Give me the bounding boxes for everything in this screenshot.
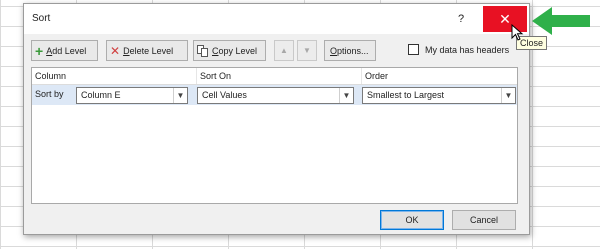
delete-x-icon: ✕: [110, 43, 121, 58]
sort-levels-grid: Column Sort On Order Sort by Column E ▼ …: [31, 67, 518, 204]
chevron-down-icon[interactable]: ▼: [501, 88, 515, 103]
cancel-button[interactable]: Cancel: [452, 210, 516, 230]
copy-level-button[interactable]: Copy Level: [193, 40, 266, 61]
sort-on-select-value: Cell Values: [202, 90, 247, 100]
sort-level-row[interactable]: Sort by Column E ▼ Cell Values ▼ Smalles…: [32, 85, 517, 105]
chevron-down-icon[interactable]: ▼: [173, 88, 187, 103]
column-select-value: Column E: [81, 90, 121, 100]
arrow-up-icon: ▲: [280, 46, 288, 55]
headers-checkbox-group[interactable]: My data has headers: [408, 44, 509, 55]
delete-level-button[interactable]: ✕ Delete Level: [106, 40, 188, 61]
column-header-sort-on: Sort On: [197, 68, 362, 84]
sort-on-select[interactable]: Cell Values ▼: [197, 87, 354, 104]
add-level-button[interactable]: + Add Level: [31, 40, 98, 61]
sort-dialog: Sort ? ✕ + Add Level ✕ Delete Level Copy…: [23, 3, 530, 235]
annotation-arrow-icon: [532, 7, 590, 35]
toolbar: + Add Level ✕ Delete Level Copy Level ▲ …: [24, 40, 529, 62]
order-select-value: Smallest to Largest: [367, 90, 445, 100]
plus-icon: +: [35, 42, 44, 59]
options-button[interactable]: Options...: [324, 40, 376, 61]
add-level-label: Add Level: [46, 45, 87, 56]
help-button[interactable]: ?: [453, 11, 469, 27]
column-header-order: Order: [365, 71, 389, 81]
dialog-title: Sort: [32, 13, 51, 24]
order-select[interactable]: Smallest to Largest ▼: [362, 87, 516, 104]
ok-button[interactable]: OK: [380, 210, 444, 230]
copy-icon: [197, 44, 209, 57]
chevron-down-icon[interactable]: ▼: [339, 88, 353, 103]
options-label: Options...: [330, 45, 369, 56]
mouse-pointer-icon: [511, 24, 524, 41]
sort-by-label: Sort by: [35, 89, 64, 99]
move-up-button[interactable]: ▲: [274, 40, 294, 61]
headers-checkbox[interactable]: [408, 44, 419, 55]
copy-level-label: Copy Level: [212, 45, 258, 56]
arrow-down-icon: ▼: [303, 46, 311, 55]
title-bar: Sort ? ✕: [24, 4, 529, 34]
move-down-button[interactable]: ▼: [297, 40, 317, 61]
column-select[interactable]: Column E ▼: [76, 87, 188, 104]
column-header-column: Column: [32, 68, 197, 84]
headers-checkbox-label: My data has headers: [425, 44, 510, 55]
delete-level-label: Delete Level: [123, 45, 174, 56]
